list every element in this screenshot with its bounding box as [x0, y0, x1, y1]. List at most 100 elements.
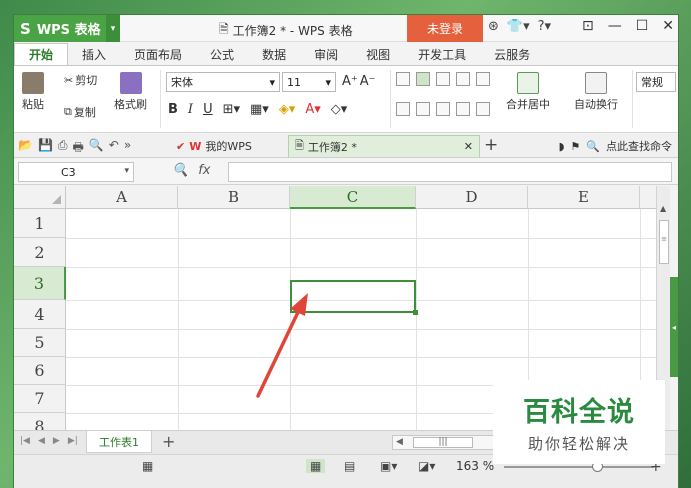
prev-sheet-icon[interactable]: ◀: [38, 436, 45, 446]
row-header-8[interactable]: 8: [14, 413, 66, 430]
open-folder-icon[interactable]: 📂: [18, 138, 33, 159]
underline-button[interactable]: U: [203, 102, 213, 117]
calendar-icon[interactable]: ▦: [142, 459, 153, 473]
column-header-f[interactable]: [640, 186, 656, 209]
page-break-view-icon[interactable]: ▤: [344, 459, 355, 473]
align-right-icon[interactable]: [436, 102, 450, 116]
more-icon[interactable]: »: [124, 138, 131, 159]
d-icon[interactable]: ◗: [559, 140, 565, 153]
reading-view-icon[interactable]: ◪▾: [418, 459, 435, 473]
active-cell-c3[interactable]: [290, 280, 418, 315]
merge-center-button[interactable]: 合并居中: [506, 72, 550, 112]
undo-icon[interactable]: ↶: [109, 138, 119, 159]
fx-icon[interactable]: fx: [198, 163, 210, 178]
new-tab-icon[interactable]: +: [484, 135, 498, 155]
app-menu-button[interactable]: S WPS 表格 ▾: [14, 15, 120, 42]
cut-button[interactable]: ✂ 剪切: [64, 72, 97, 88]
zoom-value[interactable]: 163 %: [456, 459, 494, 473]
row-header-6[interactable]: 6: [14, 357, 66, 385]
indent-increase-icon[interactable]: [476, 72, 490, 86]
column-header-b[interactable]: B: [178, 186, 290, 209]
restore-icon[interactable]: ⊡: [582, 18, 594, 34]
select-all-corner[interactable]: [14, 186, 66, 209]
row-header-4[interactable]: 4: [14, 300, 66, 329]
column-header-e[interactable]: E: [528, 186, 640, 209]
scroll-left-icon[interactable]: ◀: [396, 437, 403, 447]
skin-icon[interactable]: ⊛: [488, 19, 499, 34]
page-layout-view-icon[interactable]: ▣▾: [380, 459, 397, 473]
scroll-up-icon[interactable]: ▲: [660, 204, 666, 213]
tab-data[interactable]: 数据: [248, 43, 300, 65]
align-bottom-icon[interactable]: [436, 72, 450, 86]
first-sheet-icon[interactable]: |◀: [20, 436, 30, 446]
login-button[interactable]: 未登录: [407, 15, 483, 42]
align-center-icon[interactable]: [416, 102, 430, 116]
last-sheet-icon[interactable]: ▶|: [68, 436, 78, 446]
tab-developer[interactable]: 开发工具: [404, 43, 480, 65]
border-icon[interactable]: ⊞▾: [223, 102, 240, 117]
font-size-select[interactable]: 11 ▾: [282, 72, 336, 92]
row-header-7[interactable]: 7: [14, 385, 66, 413]
column-header-a[interactable]: A: [66, 186, 178, 209]
paste-button[interactable]: 粘贴: [22, 72, 44, 112]
column-header-c[interactable]: C: [290, 186, 416, 209]
bold-button[interactable]: B: [168, 102, 178, 117]
minimize-icon[interactable]: —: [608, 18, 622, 34]
flag-icon[interactable]: ⚑: [570, 140, 580, 153]
font-name-select[interactable]: 宋体 ▾: [166, 72, 280, 92]
next-sheet-icon[interactable]: ▶: [53, 436, 60, 446]
tab-cloud[interactable]: 云服务: [480, 43, 544, 65]
distributed-icon[interactable]: [476, 102, 490, 116]
tab-home[interactable]: 开始: [14, 43, 69, 65]
tab-view[interactable]: 视图: [352, 43, 404, 65]
print-icon[interactable]: 🖶: [73, 138, 84, 159]
help-icon[interactable]: ?▾: [538, 19, 551, 34]
tab-formulas[interactable]: 公式: [196, 43, 248, 65]
close-icon[interactable]: ✕: [662, 18, 674, 34]
copy-button[interactable]: ⧉ 复制: [64, 104, 96, 120]
sheet-tab-1[interactable]: 工作表1: [86, 431, 152, 453]
row-header-2[interactable]: 2: [14, 238, 66, 267]
zoom-icon[interactable]: 🔍: [172, 163, 188, 178]
scrollbar-thumb[interactable]: ≡: [659, 220, 669, 264]
indent-decrease-icon[interactable]: [456, 72, 470, 86]
tab-review[interactable]: 审阅: [300, 43, 352, 65]
formula-input[interactable]: [228, 162, 672, 182]
row-header-5[interactable]: 5: [14, 329, 66, 357]
tab-insert[interactable]: 插入: [68, 43, 120, 65]
align-middle-icon[interactable]: [416, 72, 430, 86]
normal-view-icon[interactable]: ▦: [306, 459, 326, 473]
row-header-1[interactable]: 1: [14, 209, 66, 238]
wrap-text-button[interactable]: 自动换行: [574, 72, 618, 112]
find-command[interactable]: ◗ ⚑ 🔍 点此查找命令: [559, 138, 672, 154]
font-grow-icon[interactable]: A⁺: [342, 74, 358, 89]
row-header-3[interactable]: 3: [14, 267, 66, 300]
format-painter-button[interactable]: 格式刷: [114, 72, 147, 112]
justify-icon[interactable]: [456, 102, 470, 116]
doc-tab-workbook[interactable]: 🗎 工作簿2 * ✕: [288, 135, 480, 157]
chevron-down-icon[interactable]: ▾: [106, 15, 120, 42]
hscroll-thumb[interactable]: |||: [413, 437, 473, 448]
maximize-icon[interactable]: ☐: [636, 18, 649, 34]
font-shrink-icon[interactable]: A⁻: [360, 74, 376, 89]
close-icon[interactable]: ✕: [464, 140, 473, 153]
italic-button[interactable]: I: [188, 102, 193, 117]
print-preview-icon[interactable]: 🔍: [89, 138, 104, 159]
name-box[interactable]: C3 ▾: [18, 162, 134, 182]
fill-color-icon[interactable]: ◈▾: [279, 102, 296, 117]
save-icon[interactable]: 💾: [38, 138, 53, 159]
align-left-icon[interactable]: [396, 102, 410, 116]
tab-page-layout[interactable]: 页面布局: [120, 43, 196, 65]
align-top-icon[interactable]: [396, 72, 410, 86]
font-color-icon[interactable]: A▾: [305, 102, 320, 117]
zoom-slider[interactable]: [504, 461, 654, 472]
number-format-select[interactable]: 常规: [636, 72, 676, 92]
font-grow-shrink[interactable]: A⁺ A⁻: [342, 74, 376, 89]
side-panel-toggle[interactable]: ◂: [670, 277, 678, 377]
column-header-d[interactable]: D: [416, 186, 528, 209]
clear-format-icon[interactable]: ◇▾: [331, 102, 348, 117]
shirt-icon[interactable]: 👕▾: [507, 19, 530, 34]
pdf-icon[interactable]: ⎙: [58, 138, 68, 159]
doc-tab-my-wps[interactable]: ✔ W 我的WPS: [170, 135, 258, 157]
fill-pattern-icon[interactable]: ▦▾: [250, 102, 269, 117]
